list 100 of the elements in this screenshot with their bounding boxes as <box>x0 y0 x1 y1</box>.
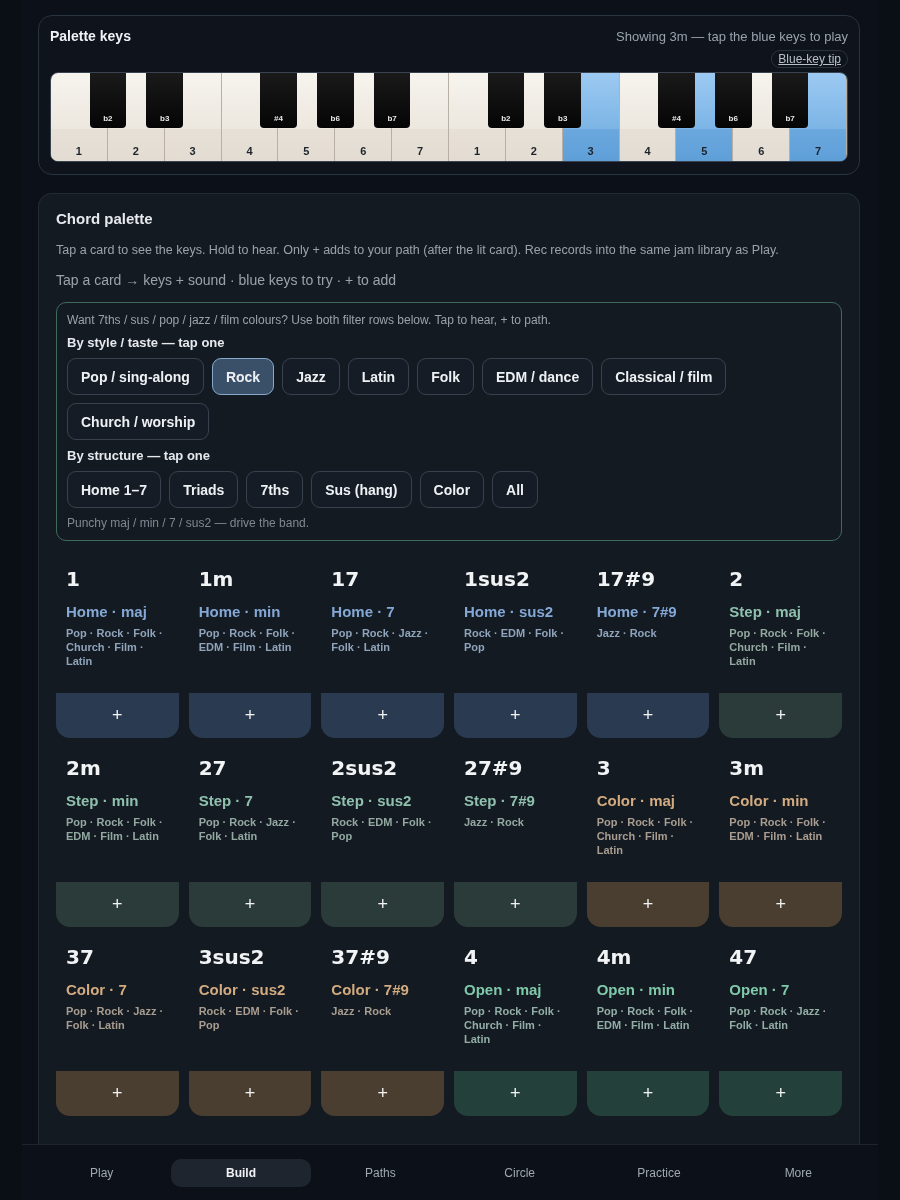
chord-name[interactable]: 37#9 <box>331 945 434 979</box>
add-button[interactable]: + <box>586 882 710 927</box>
natural-key[interactable]: 6 <box>733 129 790 161</box>
genre-text: Pop · Rock · Folk · EDM · Film · Latin <box>729 815 827 843</box>
add-button[interactable]: + <box>454 1071 577 1116</box>
chord-role: Home · 7#9 <box>596 603 678 620</box>
nav-tab[interactable]: Practice <box>589 1158 729 1187</box>
add-button[interactable]: + <box>56 1071 179 1116</box>
chord-role: Color · 7 <box>66 981 128 998</box>
filter-chip[interactable]: Rock <box>211 358 275 395</box>
filter-chip[interactable]: Jazz <box>282 358 340 395</box>
add-button[interactable]: + <box>321 882 444 927</box>
chord-name[interactable]: 1sus2 <box>464 567 567 601</box>
chord-name[interactable]: 4m <box>596 945 700 979</box>
sharp-key[interactable]: b3 <box>544 73 581 128</box>
chord-role: Color · min <box>729 792 810 809</box>
filter-chip[interactable]: Latin <box>347 358 410 395</box>
add-button[interactable]: + <box>719 882 842 927</box>
natural-key[interactable]: 7 <box>392 129 448 161</box>
chord-role: Open · 7 <box>729 981 791 998</box>
sharp-key[interactable]: #4 <box>658 73 695 128</box>
chord-name[interactable]: 27 <box>198 756 302 790</box>
filter-chip[interactable]: Triads <box>169 471 239 508</box>
natural-key[interactable]: 7 <box>790 129 847 161</box>
add-button[interactable]: + <box>188 693 312 738</box>
add-button[interactable]: + <box>188 882 312 927</box>
filter-chip[interactable]: All <box>492 471 538 508</box>
filter-chip[interactable]: Classical / film <box>601 358 727 395</box>
chord-name[interactable]: 2sus2 <box>331 756 434 790</box>
filter-chip[interactable]: Color <box>419 471 485 508</box>
natural-key[interactable]: 2 <box>505 129 562 161</box>
add-button[interactable]: + <box>719 693 842 738</box>
chord-role: Home · 7 <box>331 603 396 620</box>
genre-text: Jazz · Rock <box>596 626 658 640</box>
add-button[interactable]: + <box>454 693 577 738</box>
nav-tab[interactable]: More <box>728 1158 868 1187</box>
natural-key[interactable]: 4 <box>619 129 676 161</box>
natural-key[interactable]: 3 <box>164 129 221 161</box>
sharp-key[interactable]: b6 <box>316 73 354 128</box>
genre-text: Jazz · Rock <box>331 1004 393 1018</box>
chord-name[interactable]: 4 <box>464 945 567 979</box>
chord-role: Step · min <box>66 792 140 809</box>
chord-name[interactable]: 47 <box>729 945 832 979</box>
natural-key[interactable]: 1 <box>449 129 505 161</box>
description-text: Tap a card to see the keys. Hold to hear. Only + adds to your path (after the lit card). Rec records into the same jam library as Play. <box>56 242 780 259</box>
sharp-key[interactable]: b7 <box>373 73 411 128</box>
chord-name[interactable]: 2m <box>66 756 169 790</box>
sharp-key[interactable]: b6 <box>714 73 752 128</box>
add-button[interactable]: + <box>56 882 179 927</box>
sharp-key[interactable]: b2 <box>89 73 127 128</box>
genre-text: Rock · EDM · Folk · Pop <box>198 1004 300 1032</box>
filter-chip[interactable]: Pop / sing-along <box>67 358 204 395</box>
add-button[interactable]: + <box>321 1071 444 1116</box>
natural-key[interactable]: 5 <box>278 129 335 161</box>
chord-name[interactable]: 2 <box>729 567 832 601</box>
genre-text: Pop · Rock · Jazz · Folk · Latin <box>729 1004 828 1032</box>
add-button[interactable]: + <box>586 693 710 738</box>
chord-name[interactable]: 3sus2 <box>198 945 302 979</box>
filter-chip[interactable]: EDM / dance <box>481 358 594 395</box>
natural-key[interactable]: 3 <box>562 129 619 161</box>
chord-name[interactable]: 27#9 <box>464 756 567 790</box>
chord-name[interactable]: 17#9 <box>596 567 700 601</box>
natural-key[interactable]: 4 <box>221 129 278 161</box>
filter-label: By style / taste — tap one <box>67 335 226 350</box>
natural-key[interactable]: 6 <box>335 129 392 161</box>
natural-key[interactable]: 2 <box>107 129 164 161</box>
filter-chip[interactable]: Church / worship <box>67 403 210 440</box>
note-text: Punchy maj / min / 7 / sus2 — drive the band. <box>67 516 311 530</box>
chord-name[interactable]: 3 <box>596 756 700 790</box>
add-button[interactable]: + <box>56 693 179 738</box>
chord-name[interactable]: 1 <box>66 567 169 601</box>
natural-key[interactable]: 5 <box>676 129 733 161</box>
nav-tab[interactable]: Build <box>171 1158 311 1187</box>
sharp-key[interactable]: #4 <box>260 73 297 128</box>
sharp-key[interactable]: b3 <box>146 73 183 128</box>
natural-key[interactable]: 1 <box>51 129 107 161</box>
filter-label: By structure — tap one <box>67 448 212 463</box>
genre-text: Pop · Rock · Jazz · Folk · Latin <box>66 1004 165 1032</box>
add-button[interactable]: + <box>188 1071 312 1116</box>
add-button[interactable]: + <box>454 882 577 927</box>
chord-role: Home · min <box>198 603 282 620</box>
filter-chip[interactable]: 7ths <box>246 471 304 508</box>
chord-name[interactable]: 1m <box>198 567 302 601</box>
add-button[interactable]: + <box>321 693 444 738</box>
chord-name[interactable]: 17 <box>331 567 434 601</box>
nav-tab[interactable]: Play <box>32 1158 172 1187</box>
sharp-key[interactable]: b2 <box>487 73 525 128</box>
genre-text: Pop · Rock · Folk · Church · Film · Latin <box>596 815 695 857</box>
chord-role: Open · min <box>596 981 676 998</box>
nav-tab[interactable]: Paths <box>310 1158 450 1187</box>
filter-chip[interactable]: Home 1–7 <box>67 471 162 508</box>
filter-chip[interactable]: Folk <box>417 358 474 395</box>
add-button[interactable]: + <box>586 1071 710 1116</box>
chord-name[interactable]: 37 <box>66 945 169 979</box>
nav-tab[interactable]: Circle <box>450 1158 590 1187</box>
filter-chip[interactable]: Sus (hang) <box>311 471 412 508</box>
genre-text: Pop · Rock · Jazz · Folk · Latin <box>198 815 297 843</box>
chord-name[interactable]: 3m <box>729 756 832 790</box>
add-button[interactable]: + <box>719 1071 842 1116</box>
sharp-key[interactable]: b7 <box>771 73 809 128</box>
